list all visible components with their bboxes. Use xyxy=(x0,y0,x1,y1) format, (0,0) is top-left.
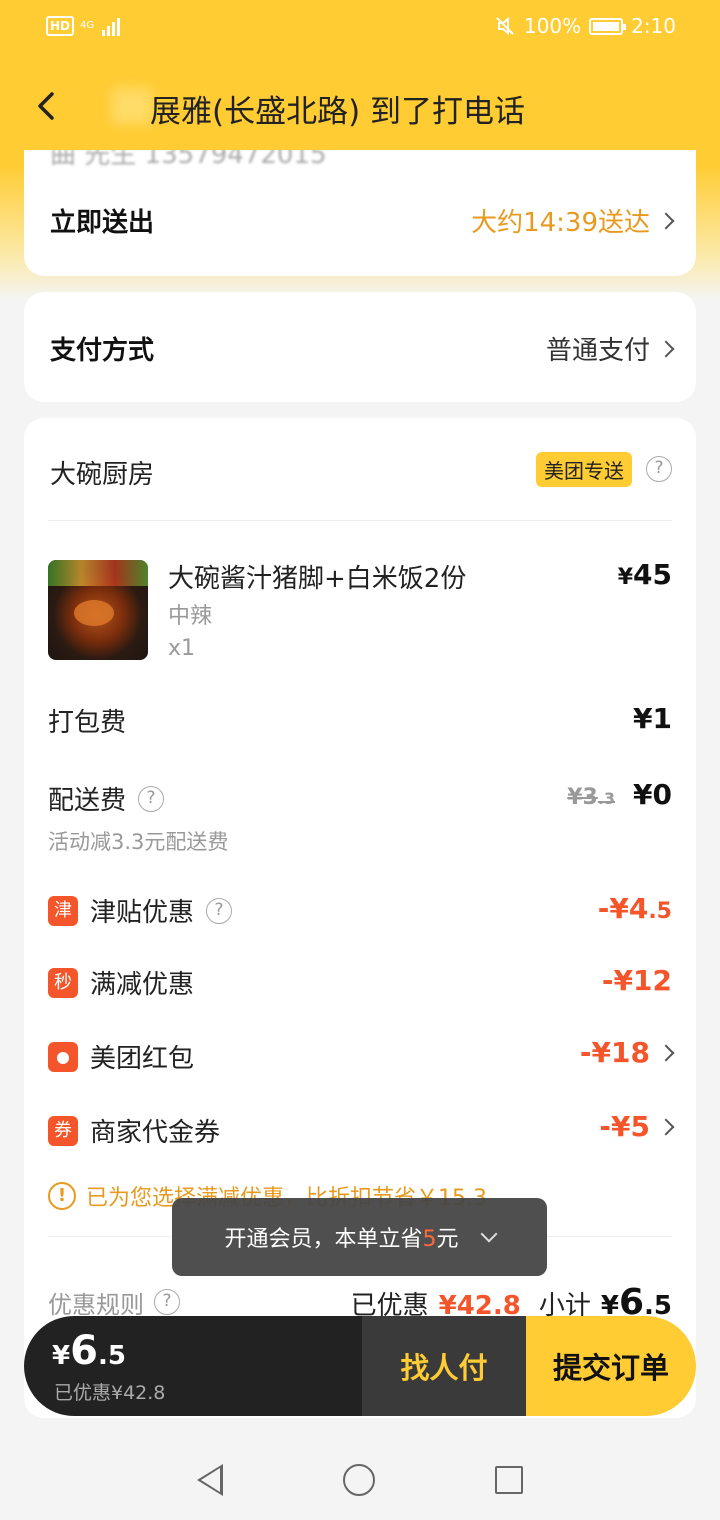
total-panel: ¥6.5 已优惠¥42.8 xyxy=(24,1316,362,1416)
payment-selector[interactable]: 普通支付 xyxy=(545,330,675,367)
total-price: ¥6.5 xyxy=(52,1328,126,1374)
network-type: 4G xyxy=(80,20,95,31)
discount-row-red-packet[interactable]: 美团红包 xyxy=(48,1038,194,1075)
chevron-down-icon xyxy=(480,1225,498,1243)
battery-percent: 100% xyxy=(523,14,582,38)
payment-value: 普通支付 xyxy=(545,336,650,366)
chevron-right-icon xyxy=(657,212,675,229)
discount-rules[interactable]: 优惠规则 ? xyxy=(48,1285,180,1320)
dish-price: ¥45 xyxy=(617,558,672,591)
flash-sale-icon: 秒 xyxy=(48,967,78,998)
nav-recents-icon[interactable] xyxy=(495,1466,523,1494)
discount-row-full-reduction: 秒 满减优惠 xyxy=(48,964,194,1001)
dish-image xyxy=(48,560,148,660)
toast-text: 开通会员，本单立省5元 xyxy=(224,1227,459,1252)
voucher-amount: -¥5 xyxy=(599,1110,650,1143)
submit-order-button[interactable]: 提交订单 xyxy=(526,1316,696,1416)
red-packet-icon xyxy=(48,1041,78,1072)
back-arrow-icon[interactable] xyxy=(30,84,70,128)
warning-icon: ! xyxy=(48,1182,76,1210)
payment-card[interactable]: 支付方式 普通支付 xyxy=(24,292,696,402)
nav-home-icon[interactable] xyxy=(343,1464,375,1496)
shipping-fee-row: 配送费 ? xyxy=(48,780,165,817)
red-packet-amount: -¥18 xyxy=(579,1036,650,1069)
checkout-bar: ¥6.5 已优惠¥42.8 找人付 提交订单 xyxy=(24,1316,696,1416)
delivery-badge: 美团专送 xyxy=(536,452,632,487)
allowance-icon: 津 xyxy=(48,895,78,926)
discount-label: 津贴优惠 xyxy=(90,898,195,928)
full-reduction-amount: -¥12 xyxy=(601,964,672,997)
discount-row-allowance: 津 津贴优惠 ? xyxy=(48,892,233,929)
rules-label: 优惠规则 xyxy=(48,1290,144,1319)
help-icon[interactable]: ? xyxy=(138,785,165,812)
divider xyxy=(48,520,672,521)
nav-header: 展雅(长盛北路) 到了打电话 xyxy=(0,58,720,154)
membership-toast[interactable]: 开通会员，本单立省5元 xyxy=(172,1198,547,1276)
dish-qty: x1 xyxy=(168,636,196,661)
shipping-price: ¥3.3 ¥0 xyxy=(567,778,672,811)
clock: 2:10 xyxy=(631,14,676,38)
discount-label: 美团红包 xyxy=(90,1044,195,1074)
shipping-original-price: ¥3.3 xyxy=(567,785,616,810)
voucher-selector[interactable]: -¥5 xyxy=(599,1110,675,1143)
nav-back-icon[interactable] xyxy=(197,1464,223,1496)
voucher-icon: 券 xyxy=(48,1115,78,1146)
discount-label: 商家代金券 xyxy=(90,1118,221,1148)
discount-row-voucher[interactable]: 券 商家代金券 xyxy=(48,1112,220,1149)
friend-pay-button[interactable]: 找人付 xyxy=(362,1316,526,1416)
help-icon: ? xyxy=(154,1289,180,1315)
help-icon[interactable]: ? xyxy=(646,456,672,482)
delivery-label: 立即送出 xyxy=(50,208,155,238)
hd-icon: HD xyxy=(46,16,75,36)
eta-text: 大约14:39送达 xyxy=(471,208,650,238)
payment-label: 支付方式 xyxy=(50,336,155,366)
battery-icon xyxy=(589,17,627,35)
system-nav-bar xyxy=(0,1440,720,1520)
total-saved: 已优惠¥42.8 xyxy=(54,1382,166,1404)
discount-label: 满减优惠 xyxy=(90,970,195,1000)
chevron-right-icon xyxy=(657,1118,675,1135)
chevron-right-icon xyxy=(657,340,675,357)
dish-spec: 中辣 xyxy=(168,604,213,629)
delivery-time-selector[interactable]: 大约14:39送达 xyxy=(471,202,675,239)
title-blur xyxy=(112,88,152,124)
chevron-right-icon xyxy=(657,1044,675,1061)
status-bar: HD 4G 100% 2:10 xyxy=(0,0,720,58)
shipping-label: 配送费 xyxy=(48,786,127,816)
red-packet-selector[interactable]: -¥18 xyxy=(579,1036,675,1069)
signal-icon xyxy=(102,16,121,36)
dish-name: 大碗酱汁猪脚+白米饭2份 xyxy=(168,564,467,594)
packing-label: 打包费 xyxy=(48,708,127,738)
page-title: 展雅(长盛北路) 到了打电话 xyxy=(150,94,526,130)
help-icon[interactable]: ? xyxy=(206,897,233,924)
store-name[interactable]: 大碗厨房 xyxy=(50,454,154,491)
packing-price: ¥1 xyxy=(633,702,672,735)
contact-line: 曲 先生 13579472015 xyxy=(50,150,327,170)
mute-icon xyxy=(496,16,514,36)
shipping-note: 活动减3.3元配送费 xyxy=(48,830,229,854)
delivery-card: 曲 先生 13579472015 立即送出 大约14:39送达 xyxy=(24,150,696,276)
allowance-amount: -¥4.5 xyxy=(597,892,672,925)
